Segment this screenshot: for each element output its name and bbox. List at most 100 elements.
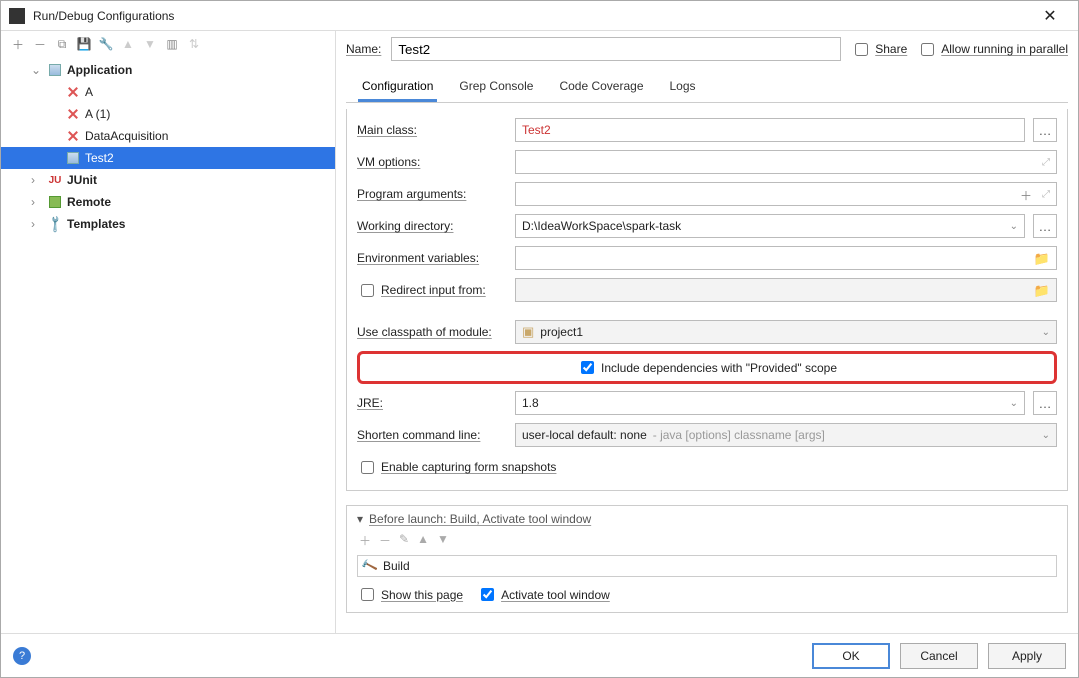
invalid-icon <box>65 128 81 144</box>
close-icon[interactable]: ✕ <box>1030 6 1070 26</box>
label-main-class: Main class: <box>357 123 507 137</box>
add-icon[interactable]: ＋ <box>11 37 25 51</box>
label-classpath: Use classpath of module: <box>357 325 507 339</box>
expand-icon[interactable]: ⤢ <box>1042 157 1050 168</box>
select-shorten[interactable]: user-local default: none - java [options… <box>515 423 1057 447</box>
row-vm-options: VM options: ⤢ <box>357 149 1057 175</box>
node-label: Test2 <box>85 151 114 165</box>
tab-configuration[interactable]: Configuration <box>358 71 437 102</box>
settings-wrench-icon[interactable]: 🔧 <box>99 37 113 51</box>
before-launch-toolbar: ＋ － ✎ ▲ ▼ <box>357 530 1057 551</box>
name-label: Name: <box>346 42 381 56</box>
remote-icon <box>47 194 63 210</box>
expand-icon[interactable]: ⤢ <box>1042 189 1050 200</box>
tree-node-application[interactable]: ⌄ Application <box>1 59 335 81</box>
move-up-icon[interactable]: ▲ <box>121 37 135 51</box>
share-checkbox[interactable]: Share <box>851 40 907 59</box>
select-jre[interactable]: 1.8⌄ <box>515 391 1025 415</box>
expand-icon[interactable]: › <box>31 195 43 209</box>
parallel-checkbox[interactable]: Allow running in parallel <box>917 40 1068 59</box>
expand-icon[interactable]: › <box>31 173 43 187</box>
collapse-icon[interactable]: ▾ <box>357 512 363 526</box>
right-pane: Name: Share Allow running in parallel Co… <box>336 31 1078 633</box>
label-jre: JRE: <box>357 396 507 410</box>
save-icon[interactable]: 💾 <box>77 37 91 51</box>
folder-icon[interactable]: 📁 <box>1034 251 1050 267</box>
add-icon[interactable]: ＋ <box>359 532 371 549</box>
input-vm-options[interactable]: ⤢ <box>515 150 1057 174</box>
row-shorten: Shorten command line: user-local default… <box>357 422 1057 448</box>
help-icon[interactable]: ? <box>13 647 31 665</box>
tree-node-test2[interactable]: Test2 <box>1 147 335 169</box>
edit-icon[interactable]: ✎ <box>399 532 409 549</box>
chevron-down-icon[interactable]: ⌄ <box>1010 398 1018 409</box>
chevron-down-icon[interactable]: ⌄ <box>1042 430 1050 441</box>
chevron-down-icon[interactable]: ⌄ <box>1042 327 1050 338</box>
input-env-vars[interactable]: 📁 <box>515 246 1057 270</box>
browse-jre-button[interactable]: … <box>1033 391 1057 415</box>
tab-logs[interactable]: Logs <box>666 71 700 102</box>
tree-node-templates[interactable]: › 🔧 Templates <box>1 213 335 235</box>
include-deps-checkbox[interactable]: Include dependencies with "Provided" sco… <box>577 358 837 377</box>
redirect-checkbox[interactable]: Redirect input from: <box>357 281 507 300</box>
application-icon <box>65 150 81 166</box>
cancel-button[interactable]: Cancel <box>900 643 978 669</box>
plus-icon[interactable]: ＋ <box>1020 187 1032 204</box>
row-jre: JRE: 1.8⌄ … <box>357 390 1057 416</box>
move-down-icon[interactable]: ▼ <box>437 532 449 549</box>
browse-main-class-button[interactable]: … <box>1033 118 1057 142</box>
show-page-checkbox[interactable]: Show this page <box>357 585 463 604</box>
collapse-icon[interactable]: ⌄ <box>31 63 43 77</box>
tree-node-junit[interactable]: › JU JUnit <box>1 169 335 191</box>
remove-icon[interactable]: － <box>33 37 47 51</box>
node-label: A (1) <box>85 107 110 121</box>
tree-node-a1[interactable]: A (1) <box>1 103 335 125</box>
apply-button[interactable]: Apply <box>988 643 1066 669</box>
folder-action-icon[interactable]: ▥ <box>165 37 179 51</box>
highlighted-include-deps: Include dependencies with "Provided" sco… <box>357 351 1057 384</box>
input-working-dir[interactable]: D:\IdeaWorkSpace\spark-task⌄ <box>515 214 1025 238</box>
content-area: ＋ － ⧉ 💾 🔧 ▲ ▼ ▥ ⇅ ⌄ Application A A (1) <box>1 31 1078 633</box>
tree-toolbar: ＋ － ⧉ 💾 🔧 ▲ ▼ ▥ ⇅ <box>1 31 335 57</box>
row-classpath: Use classpath of module: ▣ project1 ⌄ <box>357 319 1057 345</box>
chevron-down-icon[interactable]: ⌄ <box>1010 221 1018 232</box>
label-working-dir: Working directory: <box>357 219 507 233</box>
label-env-vars: Environment variables: <box>357 251 507 265</box>
tree-node-remote[interactable]: › Remote <box>1 191 335 213</box>
row-main-class: Main class: Test2 … <box>357 117 1057 143</box>
select-classpath[interactable]: ▣ project1 ⌄ <box>515 320 1057 344</box>
snapshots-checkbox[interactable]: Enable capturing form snapshots <box>357 458 556 477</box>
move-up-icon[interactable]: ▲ <box>417 532 429 549</box>
before-launch-item-build[interactable]: 🔨 Build <box>357 555 1057 577</box>
row-snapshots: Enable capturing form snapshots <box>357 454 1057 480</box>
node-label: Remote <box>67 195 111 209</box>
node-label: Application <box>67 63 132 77</box>
row-redirect: Redirect input from: 📁 <box>357 277 1057 303</box>
tree-node-a[interactable]: A <box>1 81 335 103</box>
before-launch-panel: ▾ Before launch: Build, Activate tool wi… <box>346 505 1068 613</box>
invalid-icon <box>65 106 81 122</box>
label-vm-options: VM options: <box>357 155 507 169</box>
tree-node-data-acquisition[interactable]: DataAcquisition <box>1 125 335 147</box>
remove-icon[interactable]: － <box>379 532 391 549</box>
label-program-args: Program arguments: <box>357 187 507 201</box>
before-launch-header[interactable]: ▾ Before launch: Build, Activate tool wi… <box>357 512 1057 526</box>
input-program-args[interactable]: ＋ ⤢ <box>515 182 1057 206</box>
move-down-icon[interactable]: ▼ <box>143 37 157 51</box>
name-input[interactable] <box>391 37 841 61</box>
sort-icon[interactable]: ⇅ <box>187 37 201 51</box>
wrench-icon: 🔧 <box>47 216 63 232</box>
window-title: Run/Debug Configurations <box>33 9 1030 23</box>
ok-button[interactable]: OK <box>812 643 890 669</box>
application-icon <box>47 62 63 78</box>
input-main-class[interactable]: Test2 <box>515 118 1025 142</box>
expand-icon[interactable]: › <box>31 217 43 231</box>
copy-icon[interactable]: ⧉ <box>55 37 69 51</box>
browse-working-dir-button[interactable]: … <box>1033 214 1057 238</box>
tab-grep-console[interactable]: Grep Console <box>455 71 537 102</box>
row-program-args: Program arguments: ＋ ⤢ <box>357 181 1057 207</box>
tab-code-coverage[interactable]: Code Coverage <box>555 71 647 102</box>
activate-toolwindow-checkbox[interactable]: Activate tool window <box>477 585 610 604</box>
config-tree: ⌄ Application A A (1) DataAcquisition Te… <box>1 57 335 633</box>
config-form: Main class: Test2 … VM options: ⤢ Progra… <box>346 109 1068 491</box>
